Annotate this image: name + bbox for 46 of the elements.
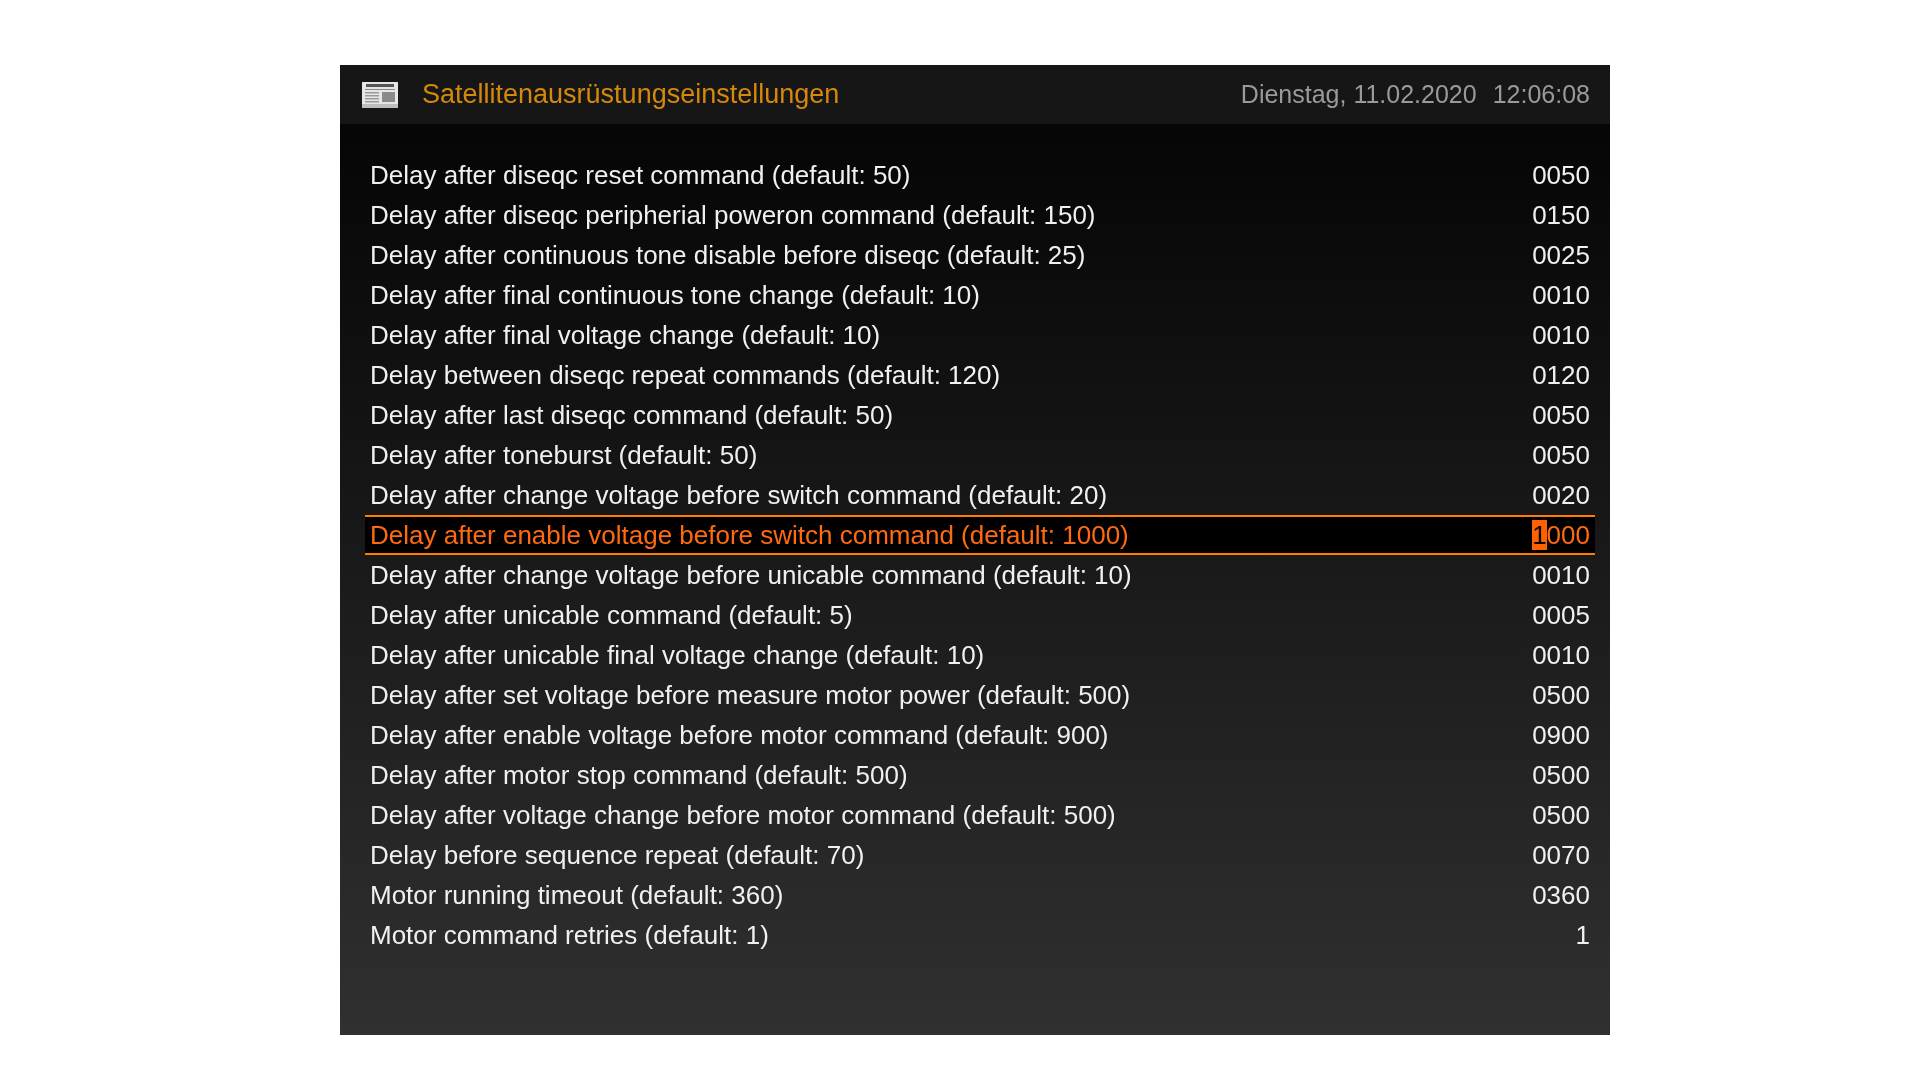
setting-label[interactable]: Delay after continuous tone disable before diseqc (default: 25) [370, 235, 1086, 275]
date-text: Dienstag, 11.02.2020 [1240, 78, 1477, 110]
setting-value: 0360 [1532, 878, 1590, 912]
setting-label[interactable]: Delay after set voltage before measure motor power (default: 500) [370, 675, 1131, 715]
setting-label[interactable]: Delay after change voltage before unicable command (default: 10) [370, 555, 1132, 595]
setting-label[interactable]: Delay between diseqc repeat commands (default: 120) [370, 355, 1001, 395]
setting-value: 1 [1575, 918, 1590, 952]
value-input[interactable]: 1000 [1532, 515, 1590, 555]
newspaper-icon [362, 81, 398, 108]
setting-label[interactable]: Motor command retries (default: 1) [370, 915, 769, 955]
setting-label[interactable]: Delay before sequence repeat (default: 70) [370, 835, 865, 875]
setting-label[interactable]: Delay after toneburst (default: 50) [370, 435, 758, 475]
setting-value: 0025 [1532, 238, 1590, 272]
setting-label[interactable]: Delay after change voltage before switch command (default: 20) [370, 475, 1108, 515]
setting-value: 0010 [1532, 278, 1590, 312]
setting-value: 0010 [1532, 558, 1590, 592]
setting-value: 0500 [1532, 758, 1590, 792]
setting-label[interactable]: Delay after final voltage change (default: 10) [370, 315, 881, 355]
setting-label[interactable]: Delay after final continuous tone change (default: 10) [370, 275, 980, 315]
setting-value: 0050 [1532, 398, 1590, 432]
setting-value: 0500 [1532, 798, 1590, 832]
setting-value: 0010 [1532, 318, 1590, 352]
setting-value: 0020 [1532, 478, 1590, 512]
setting-label[interactable]: Delay after unicable final voltage change (default: 10) [370, 635, 985, 675]
cursor-digit: 1 [1532, 519, 1547, 550]
setting-value: 0120 [1532, 358, 1590, 392]
setting-label[interactable]: Motor running timeout (default: 360) [370, 875, 784, 915]
setting-label[interactable]: Delay after last diseqc command (default: 50) [370, 395, 894, 435]
setting-label[interactable]: Delay after voltage change before motor command (default: 500) [370, 795, 1116, 835]
setting-value: 0900 [1532, 718, 1590, 752]
setting-label[interactable]: Delay after diseqc peripherial poweron command (default: 150) [370, 195, 1096, 235]
screen-title: Satellitenausrüstungseinstellungen [422, 78, 840, 112]
setting-value: 0050 [1532, 158, 1590, 192]
setting-value: 0050 [1532, 438, 1590, 472]
setting-label[interactable]: Delay after enable voltage before motor command (default: 900) [370, 715, 1109, 755]
setting-value: 0150 [1532, 198, 1590, 232]
setting-value: 0070 [1532, 838, 1590, 872]
time-text: 12:06:08 [1492, 78, 1590, 110]
setting-label[interactable]: Delay after unicable command (default: 5) [370, 595, 853, 635]
selected-row-highlight[interactable]: Delay after enable voltage before switch command (default: 1000) 1000 [365, 515, 1595, 555]
setting-label[interactable]: Delay after motor stop command (default: 500) [370, 755, 908, 795]
setting-label[interactable]: Delay after diseqc reset command (default: 50) [370, 155, 911, 195]
setting-value: 0005 [1532, 598, 1590, 632]
setting-label: Delay after enable voltage before switch command (default: 1000) [370, 518, 1129, 552]
setting-value: 0010 [1532, 638, 1590, 672]
setting-value: 0500 [1532, 678, 1590, 712]
